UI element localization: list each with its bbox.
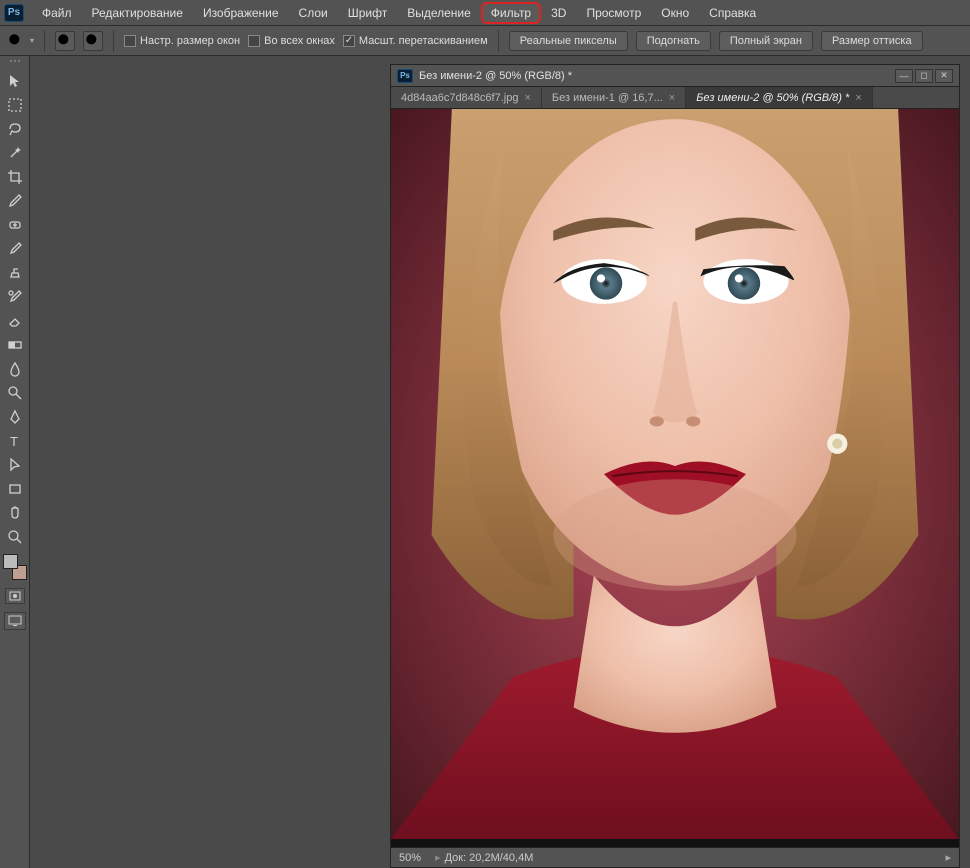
tool-blur[interactable] — [3, 358, 27, 380]
tab-label: Без имени-2 @ 50% (RGB/8) * — [696, 92, 849, 104]
document-tab[interactable]: Без имени-1 @ 16,7... × — [542, 87, 686, 108]
tools-panel: T — [0, 56, 30, 868]
all-windows-checkbox[interactable] — [248, 35, 260, 47]
status-bar: 50% Док: 20,2M/40,4M ▸ — [391, 847, 959, 867]
menubar: Ps Файл Редактирование Изображение Слои … — [0, 0, 970, 26]
color-swatches[interactable] — [3, 554, 27, 580]
tab-close-icon[interactable]: × — [669, 92, 675, 104]
canvas-image — [391, 109, 959, 839]
window-minimize-button[interactable]: — — [895, 69, 913, 83]
divider — [113, 30, 114, 52]
document-title: Без имени-2 @ 50% (RGB/8) * — [419, 70, 889, 82]
tool-lasso[interactable] — [3, 118, 27, 140]
tool-healing-brush[interactable] — [3, 214, 27, 236]
tool-type[interactable]: T — [3, 430, 27, 452]
canvas[interactable] — [391, 109, 959, 847]
options-bar: ▾ Настр. размер окон Во всех окнах Масшт… — [0, 26, 970, 56]
tool-marquee[interactable] — [3, 94, 27, 116]
tool-path-selection[interactable] — [3, 454, 27, 476]
menu-type[interactable]: Шрифт — [338, 2, 397, 24]
menu-filter[interactable]: Фильтр — [481, 2, 541, 24]
document-tabs: 4d84aa6c7d848c6f7.jpg × Без имени-1 @ 16… — [391, 87, 959, 109]
main-area: T Ps Без имени-2 @ 50% (RGB/8) * — ◻ — [0, 56, 970, 868]
document-tab[interactable]: Без имени-2 @ 50% (RGB/8) * × — [686, 87, 873, 108]
zoom-tool-icon — [6, 31, 26, 51]
tab-close-icon[interactable]: × — [524, 92, 530, 104]
full-screen-button[interactable]: Полный экран — [719, 31, 813, 51]
scrubby-zoom-checkbox[interactable] — [343, 35, 355, 47]
screen-mode-button[interactable] — [4, 612, 26, 630]
menu-select[interactable]: Выделение — [397, 2, 481, 24]
tool-move[interactable] — [3, 70, 27, 92]
document-titlebar[interactable]: Ps Без имени-2 @ 50% (RGB/8) * — ◻ ✕ — [391, 65, 959, 87]
tool-dodge[interactable] — [3, 382, 27, 404]
menu-window[interactable]: Окно — [651, 2, 699, 24]
window-close-button[interactable]: ✕ — [935, 69, 953, 83]
dropdown-arrow-icon[interactable]: ▾ — [30, 36, 34, 45]
scrubby-zoom-label: Масшт. перетаскиванием — [359, 35, 488, 47]
tool-crop[interactable] — [3, 166, 27, 188]
zoom-in-button[interactable] — [55, 31, 75, 51]
right-panel-edge[interactable] — [966, 56, 970, 868]
quick-mask-toggle[interactable] — [5, 588, 25, 604]
foreground-color-swatch[interactable] — [3, 554, 18, 569]
menu-image[interactable]: Изображение — [193, 2, 289, 24]
tool-brush[interactable] — [3, 238, 27, 260]
fit-screen-button[interactable]: Подогнать — [636, 31, 711, 51]
menu-file[interactable]: Файл — [32, 2, 82, 24]
tool-rectangle[interactable] — [3, 478, 27, 500]
tool-eraser[interactable] — [3, 310, 27, 332]
panel-grip-icon[interactable] — [5, 60, 25, 66]
tab-label: 4d84aa6c7d848c6f7.jpg — [401, 92, 518, 104]
menu-3d[interactable]: 3D — [541, 2, 576, 24]
all-windows-label: Во всех окнах — [264, 35, 335, 47]
status-zoom[interactable]: 50% — [399, 852, 421, 864]
tab-close-icon[interactable]: × — [855, 92, 861, 104]
menu-layers[interactable]: Слои — [289, 2, 338, 24]
app-logo: Ps — [4, 4, 24, 22]
divider — [44, 30, 45, 52]
print-size-button[interactable]: Размер оттиска — [821, 31, 923, 51]
status-menu-arrow-icon[interactable]: ▸ — [945, 851, 951, 864]
tool-pen[interactable] — [3, 406, 27, 428]
window-maximize-button[interactable]: ◻ — [915, 69, 933, 83]
svg-text:T: T — [10, 434, 18, 449]
menu-edit[interactable]: Редактирование — [82, 2, 193, 24]
tool-clone-stamp[interactable] — [3, 262, 27, 284]
tool-magic-wand[interactable] — [3, 142, 27, 164]
document-ps-icon: Ps — [397, 69, 413, 83]
canvas-area[interactable] — [391, 109, 959, 847]
menu-view[interactable]: Просмотр — [576, 2, 651, 24]
tool-gradient[interactable] — [3, 334, 27, 356]
menu-help[interactable]: Справка — [699, 2, 766, 24]
divider — [498, 30, 499, 52]
document-tab[interactable]: 4d84aa6c7d848c6f7.jpg × — [391, 87, 542, 108]
resize-windows-label: Настр. размер окон — [140, 35, 240, 47]
tool-history-brush[interactable] — [3, 286, 27, 308]
status-doc-size: Док: 20,2M/40,4M — [435, 851, 533, 864]
tool-eyedropper[interactable] — [3, 190, 27, 212]
tool-zoom[interactable] — [3, 526, 27, 548]
actual-pixels-button[interactable]: Реальные пикселы — [509, 31, 628, 51]
tool-hand[interactable] — [3, 502, 27, 524]
resize-windows-checkbox[interactable] — [124, 35, 136, 47]
document-window: Ps Без имени-2 @ 50% (RGB/8) * — ◻ ✕ 4d8… — [390, 64, 960, 868]
tab-label: Без имени-1 @ 16,7... — [552, 92, 663, 104]
zoom-out-button[interactable] — [83, 31, 103, 51]
workspace: Ps Без имени-2 @ 50% (RGB/8) * — ◻ ✕ 4d8… — [30, 56, 966, 868]
